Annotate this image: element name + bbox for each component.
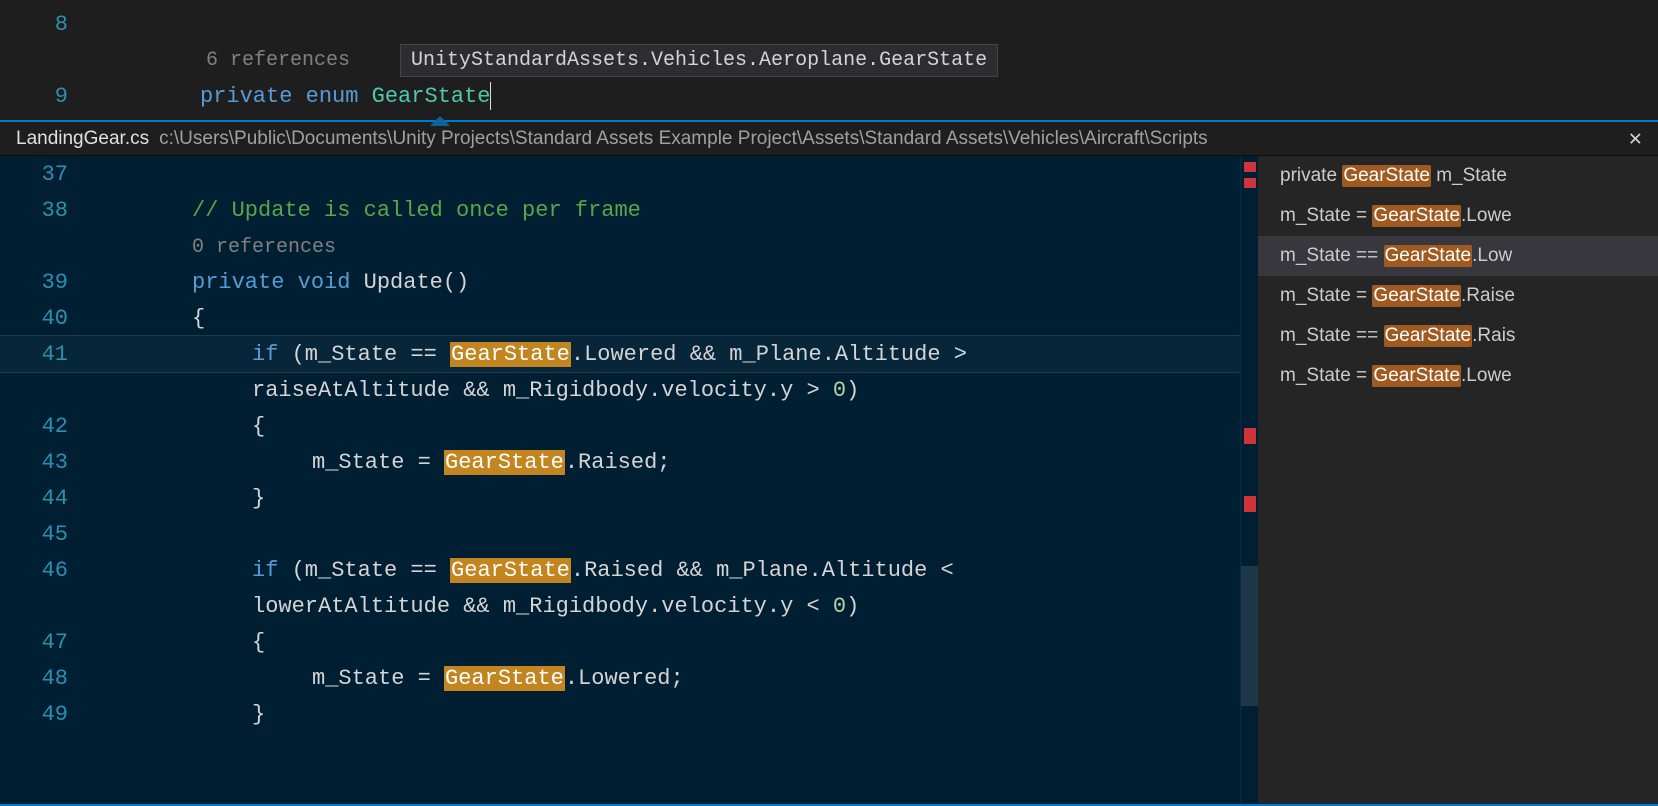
line-number: 45 [0, 522, 96, 547]
line-number: 46 [0, 558, 96, 583]
line-number: 47 [0, 630, 96, 655]
reference-item[interactable]: m_State == GearState.Rais [1258, 316, 1658, 356]
ruler-mark-icon [1244, 178, 1256, 188]
code-line: if (m_State == GearState.Raised && m_Pla… [96, 558, 967, 583]
code-line: m_State = GearState.Raised; [96, 450, 670, 475]
peek-code-editor[interactable]: 37 38 // Update is called once per frame… [0, 156, 1240, 804]
ruler-mark-icon [1244, 496, 1256, 512]
reference-item[interactable]: m_State == GearState.Low [1258, 236, 1658, 276]
code-line: m_State = GearState.Lowered; [96, 666, 684, 691]
code-line-wrap: lowerAtAltitude && m_Rigidbody.velocity.… [96, 594, 859, 619]
peek-header: LandingGear.cs c:\Users\Public\Documents… [0, 122, 1658, 156]
code-line: { [96, 306, 205, 331]
peek-arrow-icon [430, 116, 450, 126]
code-line: if (m_State == GearState.Lowered && m_Pl… [96, 342, 980, 367]
code-line: } [96, 702, 265, 727]
line-number: 41 [0, 342, 96, 367]
code-line: { [96, 414, 265, 439]
reference-item[interactable]: m_State = GearState.Raise [1258, 276, 1658, 316]
line-number: 43 [0, 450, 96, 475]
code-line-wrap: raiseAtAltitude && m_Rigidbody.velocity.… [96, 378, 859, 403]
definition-pane: 8 6 references 9 private enum GearState … [0, 0, 1658, 120]
scrollbar-thumb[interactable] [1241, 566, 1258, 706]
peek-filepath: c:\Users\Public\Documents\Unity Projects… [159, 128, 1623, 150]
overview-ruler[interactable] [1240, 156, 1258, 804]
line-number: 37 [0, 162, 96, 187]
reference-item[interactable]: m_State = GearState.Lowe [1258, 196, 1658, 236]
code-line: } [96, 486, 265, 511]
reference-item[interactable]: private GearState m_State [1258, 156, 1658, 196]
close-icon[interactable]: ✕ [1623, 126, 1648, 151]
hover-tooltip: UnityStandardAssets.Vehicles.Aeroplane.G… [400, 44, 998, 77]
codelens-references[interactable]: 6 references [200, 49, 350, 72]
code-line[interactable]: private enum GearState [200, 82, 491, 110]
line-number: 48 [0, 666, 96, 691]
codelens-references[interactable]: 0 references [192, 236, 336, 259]
code-line: private void Update() [96, 270, 469, 295]
reference-list: private GearState m_State m_State = Gear… [1258, 156, 1658, 804]
line-number: 42 [0, 414, 96, 439]
line-number: 40 [0, 306, 96, 331]
line-number: 39 [0, 270, 96, 295]
code-line: { [96, 630, 265, 655]
line-number: 49 [0, 702, 96, 727]
line-number: 9 [0, 84, 96, 109]
line-number: 44 [0, 486, 96, 511]
reference-item[interactable]: m_State = GearState.Lowe [1258, 356, 1658, 396]
ruler-mark-icon [1244, 162, 1256, 172]
line-number: 38 [0, 198, 96, 223]
ruler-mark-icon [1244, 428, 1256, 444]
line-number: 8 [0, 12, 96, 37]
comment: // Update is called once per frame [192, 198, 641, 223]
peek-body: 37 38 // Update is called once per frame… [0, 156, 1658, 804]
peek-filename[interactable]: LandingGear.cs [16, 128, 149, 150]
